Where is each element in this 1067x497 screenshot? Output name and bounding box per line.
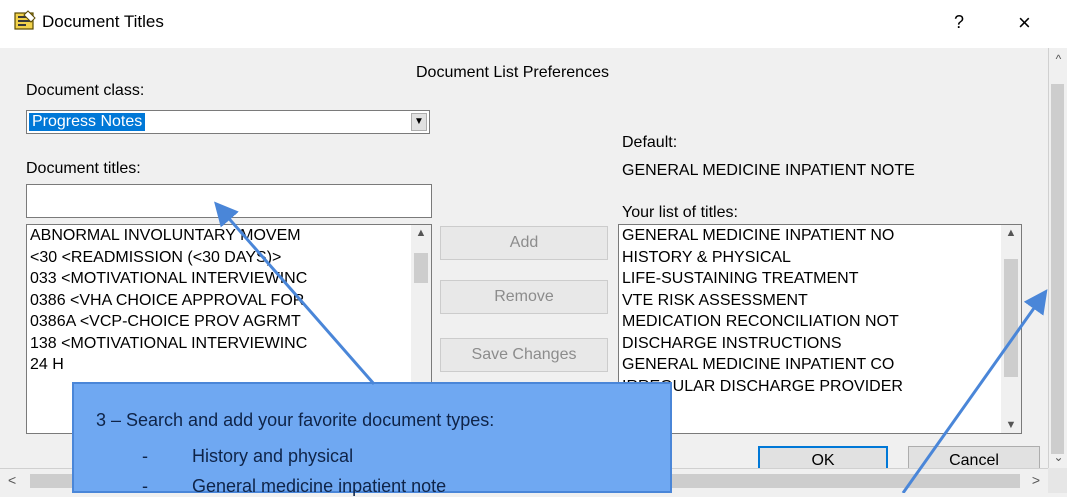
your-list-item[interactable]: VTE RISK ASSESSMENT <box>619 290 1021 312</box>
chevron-down-icon[interactable]: ▼ <box>411 113 427 131</box>
your-list-item[interactable]: MEDICATION RECONCILIATION NOT <box>619 311 1021 333</box>
your-list-label: Your list of titles: <box>622 204 738 221</box>
scroll-up-icon[interactable]: ▲ <box>411 227 431 239</box>
titles-list-item[interactable]: 0386 <VHA CHOICE APPROVAL FOR <box>27 290 431 312</box>
your-list-item[interactable]: DISCHARGE INSTRUCTIONS <box>619 333 1021 355</box>
your-list-item[interactable]: IRREGULAR DISCHARGE PROVIDER <box>619 376 1021 398</box>
instruction-callout: 3 – Search and add your favorite documen… <box>72 382 672 496</box>
scroll-thumb[interactable] <box>1051 84 1064 454</box>
dialog-heading: Document List Preferences <box>416 64 609 81</box>
titles-list-item[interactable]: <30 <READMISSION (<30 DAYS)> <box>27 247 431 269</box>
save-changes-button[interactable]: Save Changes <box>440 338 608 372</box>
window-vertical-scrollbar[interactable]: ^ ⌄ <box>1048 48 1067 468</box>
document-titles-icon <box>14 10 36 30</box>
document-class-label: Document class: <box>26 82 145 99</box>
your-list-item[interactable]: GENERAL MEDICINE INPATIENT NO <box>619 225 1021 247</box>
default-value: GENERAL MEDICINE INPATIENT NOTE <box>622 162 915 179</box>
callout-item-text: General medicine inpatient note <box>192 476 447 496</box>
document-titles-label: Document titles: <box>26 160 141 177</box>
remove-button[interactable]: Remove <box>440 280 608 314</box>
scroll-thumb[interactable] <box>1004 259 1018 377</box>
document-titles-search-input[interactable] <box>26 184 432 218</box>
your-list-item[interactable]: LIFE-SUSTAINING TREATMENT <box>619 268 1021 290</box>
callout-bullet: - <box>142 476 148 496</box>
scroll-up-icon[interactable]: ^ <box>1049 52 1067 66</box>
your-list-item[interactable]: GENERAL MEDICINE INPATIENT CO <box>619 354 1021 376</box>
callout-title: 3 – Search and add your favorite documen… <box>96 410 495 430</box>
your-list-scrollbar[interactable]: ▲ ▼ <box>1001 225 1021 433</box>
your-titles-list[interactable]: GENERAL MEDICINE INPATIENT NO HISTORY & P… <box>618 224 1022 434</box>
scrollbar-corner <box>1048 468 1067 493</box>
titles-list-item[interactable]: 24 H <box>27 354 431 376</box>
scroll-down-icon[interactable]: ⌄ <box>1049 450 1067 464</box>
scroll-down-icon[interactable]: ▼ <box>1001 419 1021 431</box>
window-titlebar: Document Titles ? × <box>0 0 1067 48</box>
document-class-value: Progress Notes <box>29 113 146 131</box>
default-label: Default: <box>622 134 678 151</box>
scroll-right-icon[interactable]: > <box>1032 472 1040 488</box>
document-class-select[interactable]: Progress Notes ▼ <box>26 110 430 134</box>
close-button[interactable]: × <box>1018 10 1031 36</box>
titles-list-item[interactable]: ABNORMAL INVOLUNTARY MOVEM <box>27 225 431 247</box>
scroll-thumb[interactable] <box>414 253 428 283</box>
titles-list-item[interactable]: 138 <MOTIVATIONAL INTERVIEWINC <box>27 333 431 355</box>
titles-list-item[interactable]: 0386A <VCP-CHOICE PROV AGRMT <box>27 311 431 333</box>
your-list-item[interactable]: HISTORY & PHYSICAL <box>619 247 1021 269</box>
scroll-left-icon[interactable]: < <box>8 472 16 488</box>
add-button[interactable]: Add <box>440 226 608 260</box>
window-title: Document Titles <box>42 12 164 31</box>
callout-item-text: History and physical <box>192 446 354 466</box>
titles-list-item[interactable]: 033 <MOTIVATIONAL INTERVIEWINC <box>27 268 431 290</box>
help-button[interactable]: ? <box>954 12 964 33</box>
callout-bullet: - <box>142 446 148 466</box>
scroll-up-icon[interactable]: ▲ <box>1001 227 1021 239</box>
